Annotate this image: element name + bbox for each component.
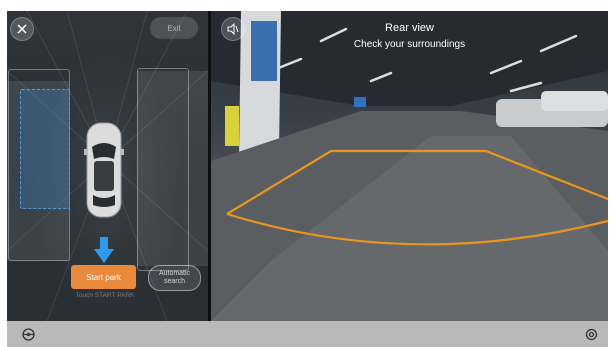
parking-slot-right[interactable] [137, 68, 189, 271]
exit-button[interactable]: Exit [150, 17, 198, 39]
close-icon [17, 24, 27, 34]
reverse-arrow-icon [94, 237, 114, 263]
start-park-label: Start park [86, 272, 121, 282]
rear-camera-view: Rear view Check your surroundings [211, 11, 608, 321]
surround-view-panel: Exit Start park Automatic search Touch S… [7, 11, 208, 321]
exit-label: Exit [167, 23, 181, 33]
touch-hint: Touch START PARK [75, 292, 135, 299]
automatic-search-label: Automatic search [158, 270, 191, 285]
car-icon [84, 122, 124, 218]
start-park-button[interactable]: Start park [71, 265, 136, 289]
bottom-bar [7, 321, 608, 347]
automatic-search-button[interactable]: Automatic search [148, 265, 201, 291]
parking-screen: Exit Start park Automatic search Touch S… [7, 11, 608, 321]
detected-slot-highlight[interactable] [20, 89, 70, 209]
camera-subtitle: Check your surroundings [353, 39, 466, 50]
close-button[interactable] [10, 17, 34, 41]
settings-icon [585, 328, 598, 341]
steering-wheel-icon [22, 328, 35, 341]
settings-button[interactable] [585, 328, 598, 341]
camera-title: Rear view [385, 22, 434, 34]
rear-camera-feed [211, 11, 608, 321]
steering-wheel-button[interactable] [22, 328, 35, 341]
